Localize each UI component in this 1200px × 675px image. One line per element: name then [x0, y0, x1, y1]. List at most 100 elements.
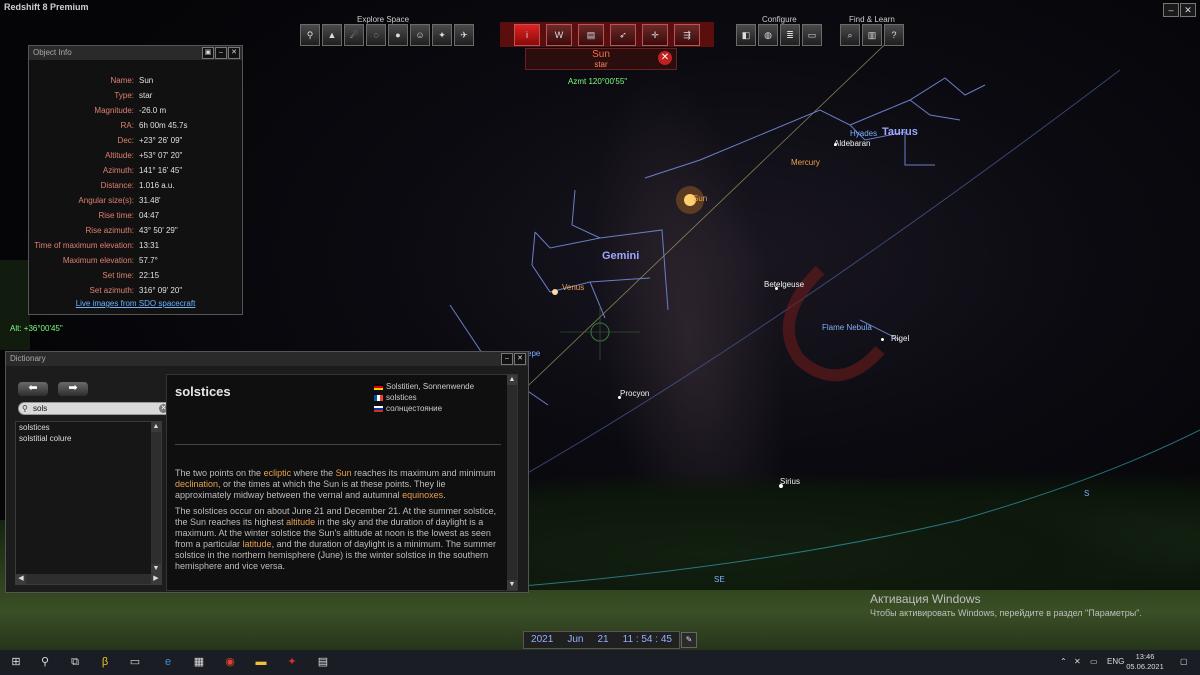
result-item[interactable]: solstices [16, 422, 161, 433]
info-icon[interactable]: i [514, 23, 540, 46]
label-taurus[interactable]: Taurus [882, 126, 918, 138]
scroll-down-icon[interactable]: ▼ [151, 564, 161, 574]
edit-time-icon[interactable]: ✎ [681, 632, 697, 648]
article-scrollbar[interactable]: ▲ ▼ [507, 375, 517, 590]
article-scroll-down-icon[interactable]: ▼ [507, 580, 517, 590]
german-flag-icon [374, 383, 383, 390]
result-item[interactable]: solstitial colure [16, 433, 161, 444]
wikipedia-icon[interactable]: W [546, 23, 572, 46]
forward-arrow-icon[interactable]: ➡ [58, 382, 88, 396]
label-procyon[interactable]: Procyon [620, 389, 649, 398]
app-b-icon[interactable]: β [97, 654, 113, 670]
scroll-right-icon[interactable]: ▶ [151, 574, 161, 584]
tray-status-icon[interactable]: ▭ [1090, 657, 1098, 666]
label-sirius[interactable]: Sirius [780, 477, 800, 486]
link-latitude[interactable]: latitude [243, 539, 272, 549]
info-key: Set azimuth: [89, 286, 134, 295]
scroll-up-icon[interactable]: ▲ [151, 422, 161, 432]
file-explorer-icon[interactable]: ▬ [253, 654, 269, 670]
clock-time: 13:46 [1135, 652, 1155, 661]
label-flame-nebula[interactable]: Flame Nebula [822, 323, 872, 332]
link-ecliptic[interactable]: ecliptic [264, 468, 292, 478]
layers-icon[interactable]: ◧ [736, 24, 756, 46]
search-taskbar-icon[interactable]: ⚲ [37, 654, 53, 670]
info-key: Name: [110, 76, 134, 85]
dictionary-book-icon[interactable]: ▥ [862, 24, 882, 46]
task-view-icon[interactable]: ⧉ [67, 654, 83, 670]
satellite-icon[interactable]: ✦ [432, 24, 452, 46]
day[interactable]: 21 [597, 632, 608, 648]
search-icon[interactable]: ⌕ [840, 24, 860, 46]
scroll-left-icon[interactable]: ◀ [16, 574, 26, 584]
comet-icon[interactable]: ☄ [344, 24, 364, 46]
rocket-icon[interactable]: ➶ [610, 23, 636, 46]
close-window-button[interactable]: ✕ [1180, 3, 1196, 17]
redshift-taskbar-icon[interactable]: ✦ [284, 654, 300, 670]
panel-close-icon[interactable]: ✕ [228, 47, 240, 59]
center-icon[interactable]: ✛ [642, 23, 668, 46]
link-altitude[interactable]: altitude [286, 517, 315, 527]
panel-minimize-icon[interactable]: – [215, 47, 227, 59]
help-icon[interactable]: ? [884, 24, 904, 46]
orbit-icon[interactable]: ◌ [366, 24, 386, 46]
planet-icon[interactable]: ● [388, 24, 408, 46]
activation-watermark-text: Чтобы активировать Windows, перейдите в … [870, 608, 1142, 618]
info-row: Magnitude: -26.0 m [29, 106, 242, 121]
dict-minimize-icon[interactable]: – [501, 353, 513, 365]
datetime-bar[interactable]: 2021 Jun 21 11 : 54 : 45 [523, 631, 680, 649]
article-pane: solstices Solstitien, Sonnenwende solsti… [166, 374, 518, 591]
globe-grid-icon[interactable]: ◍ [758, 24, 778, 46]
minimize-button[interactable]: – [1163, 3, 1179, 17]
link-equinoxes[interactable]: equinoxes [402, 490, 443, 500]
rigel-star[interactable] [881, 338, 884, 341]
print-icon[interactable]: ▣ [202, 47, 214, 59]
article-scroll-up-icon[interactable]: ▲ [507, 375, 517, 385]
toolbar-panel-icon[interactable]: ▭ [802, 24, 822, 46]
time[interactable]: 11 : 54 : 45 [623, 632, 672, 648]
year[interactable]: 2021 [531, 632, 553, 648]
results-vertical-scrollbar[interactable]: ▲ ▼ [151, 422, 161, 574]
astronaut-icon[interactable]: ☺ [410, 24, 430, 46]
track-icon[interactable]: ⇶ [674, 23, 700, 46]
info-row: Name: Sun [29, 76, 242, 91]
landscape-icon[interactable]: ▲ [322, 24, 342, 46]
info-value: Sun [139, 76, 154, 85]
telescope-icon[interactable]: ⚲ [300, 24, 320, 46]
results-horizontal-scrollbar[interactable]: ◀ ▶ [16, 574, 161, 584]
label-gemini[interactable]: Gemini [602, 250, 639, 262]
object-info-panel: Object Info ▣ – ✕ Name: Sun Type: star Magni… [28, 45, 243, 315]
link-declination[interactable]: declination [175, 479, 218, 489]
book-icon[interactable]: ▤ [578, 23, 604, 46]
dictionary-search-input[interactable]: ⚲ sols ✕ [18, 402, 172, 415]
label-betelgeuse[interactable]: Betelgeuse [764, 280, 804, 289]
language-indicator[interactable]: ENG [1107, 657, 1124, 666]
spacecraft-icon[interactable]: ✈ [454, 24, 474, 46]
tray-chevron-icon[interactable]: ⌃ [1060, 657, 1067, 666]
dictionary-title: Dictionary – ✕ [6, 352, 528, 366]
close-selection-icon[interactable]: ✕ [658, 51, 672, 65]
label-partial-epe[interactable]: epe [527, 349, 540, 358]
notifications-icon[interactable]: ▢ [1180, 657, 1188, 666]
month[interactable]: Jun [567, 632, 583, 648]
dict-close-icon[interactable]: ✕ [514, 353, 526, 365]
chrome-icon[interactable]: ◉ [222, 654, 238, 670]
label-mercury[interactable]: Mercury [791, 158, 820, 167]
label-rigel[interactable]: Rigel [891, 334, 909, 343]
info-value: 04:47 [139, 211, 160, 220]
scanner-icon[interactable]: ▤ [315, 654, 331, 670]
sdo-link[interactable]: Live images from SDO spacecraft [29, 299, 242, 308]
label-venus[interactable]: Venus [562, 283, 584, 292]
windows-start-icon[interactable]: ⊞ [8, 654, 24, 670]
back-arrow-icon[interactable]: ⬅ [18, 382, 48, 396]
edge-icon[interactable]: e [160, 654, 176, 670]
speaker-icon[interactable]: ✕ [1074, 657, 1081, 666]
label-aldebaran[interactable]: Aldebaran [834, 139, 870, 148]
selected-name: Sun [592, 49, 610, 60]
label-hyades[interactable]: Hyades [850, 129, 877, 138]
monitor-icon[interactable]: ▭ [127, 654, 143, 670]
calculator-icon[interactable]: ▦ [191, 654, 207, 670]
settings-sliders-icon[interactable]: ≣ [780, 24, 800, 46]
link-sun[interactable]: Sun [336, 468, 352, 478]
taskbar-clock[interactable]: 13:46 05.06.2021 [1125, 652, 1165, 672]
label-sun[interactable]: Sun [693, 194, 707, 203]
